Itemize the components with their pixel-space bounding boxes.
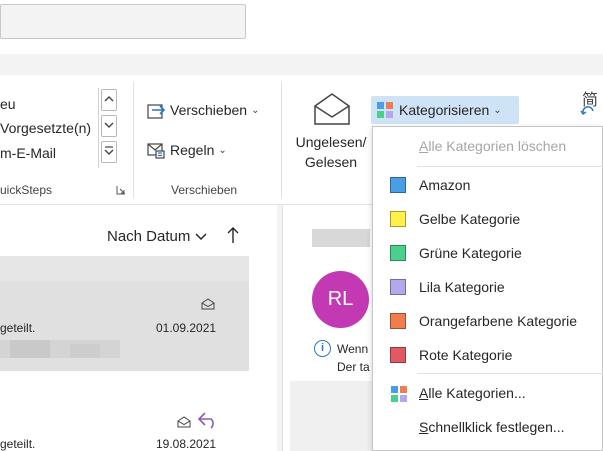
- menu-item-label: Orangefarbene Kategorie: [419, 313, 577, 329]
- menu-item-category-rot[interactable]: Rote Kategorie: [373, 338, 602, 372]
- message-body-area: [290, 381, 376, 451]
- rules-icon: [146, 140, 166, 160]
- categorize-button[interactable]: Kategorisieren ⌄: [371, 96, 519, 124]
- group-separator: [281, 82, 282, 198]
- envelope-open-icon: [313, 92, 351, 129]
- quicksteps-group-label: uickSteps: [0, 183, 53, 197]
- gallery-expand-icon[interactable]: [101, 141, 117, 163]
- avatar: RL: [312, 271, 369, 328]
- menu-item-label: lle Kategorien löschen: [428, 138, 567, 154]
- blurred-text: [70, 344, 100, 358]
- rules-label: Regeln: [170, 142, 215, 158]
- chevron-down-icon[interactable]: [195, 232, 207, 244]
- menu-item-label: Lila Kategorie: [419, 279, 505, 295]
- scroll-down-icon[interactable]: [101, 115, 117, 137]
- chevron-down-icon: ⌄: [251, 104, 260, 116]
- move-icon: [146, 100, 166, 120]
- categorize-icon: [375, 100, 395, 120]
- access-key: A: [419, 385, 429, 401]
- menu-item-set-quick-click[interactable]: Schnellklick festlegen...: [373, 410, 602, 444]
- unread-label-line2: Gelesen: [304, 154, 358, 170]
- menu-separator: [417, 166, 603, 167]
- sort-direction-icon[interactable]: [227, 226, 239, 249]
- menu-item-category-orange[interactable]: Orangefarbene Kategorie: [373, 304, 602, 338]
- menu-item-clear-all-categories: Alle Kategorien löschen: [373, 129, 602, 163]
- menu-item-category-gruen[interactable]: Grüne Kategorie: [373, 236, 602, 270]
- menu-item-label: chnellklick festlegen...: [428, 419, 565, 435]
- category-color-swatch: [390, 347, 406, 363]
- menu-item-label: Rote Kategorie: [419, 347, 513, 363]
- menu-item-label: lle Kategorien...: [428, 385, 526, 401]
- group-separator: [133, 82, 134, 198]
- menu-separator: [417, 373, 603, 374]
- sort-dropdown[interactable]: Nach Datum: [107, 228, 190, 245]
- quicksteps-scrollbar[interactable]: [98, 88, 118, 168]
- move-button[interactable]: Verschieben ⌄: [146, 100, 259, 120]
- category-color-swatch: [390, 279, 406, 295]
- unread-label-line1: Ungelesen/: [295, 134, 367, 150]
- menu-item-category-lila[interactable]: Lila Kategorie: [373, 270, 602, 304]
- menu-item-label: Amazon: [419, 177, 471, 193]
- category-color-swatch: [390, 313, 406, 329]
- menu-item-all-categories[interactable]: Alle Kategorien...: [373, 376, 602, 410]
- menu-item-category-gelb[interactable]: Gelbe Kategorie: [373, 202, 602, 236]
- menu-item-label: Grüne Kategorie: [419, 245, 522, 261]
- dialog-launcher-icon[interactable]: [116, 185, 126, 195]
- move-group-label: Verschieben: [171, 183, 238, 197]
- reply-icon: [197, 411, 219, 432]
- chevron-down-icon: ⌄: [218, 144, 227, 156]
- quickstep-item[interactable]: Vorgesetzte(n): [0, 116, 91, 140]
- category-color-swatch: [390, 177, 406, 193]
- mail-date: 19.08.2021: [156, 437, 217, 451]
- info-text: Der ta: [337, 360, 370, 374]
- unread-read-button[interactable]: Ungelesen/ Gelesen: [288, 90, 374, 176]
- move-label: Verschieben: [170, 102, 248, 118]
- info-icon: i: [314, 340, 331, 357]
- search-input[interactable]: [0, 4, 246, 39]
- scroll-up-icon[interactable]: [101, 89, 117, 111]
- categorize-menu: Alle Kategorien löschen Amazon Gelbe Kat…: [372, 126, 603, 451]
- blurred-text: [312, 229, 370, 247]
- access-key: S: [419, 419, 429, 435]
- category-color-swatch: [390, 211, 406, 227]
- rules-button[interactable]: Regeln ⌄: [146, 140, 227, 160]
- blurred-text: [10, 340, 50, 358]
- menu-item-label: Gelbe Kategorie: [419, 211, 521, 227]
- info-text: Wenn: [337, 342, 369, 356]
- envelope-open-icon: [177, 415, 191, 431]
- access-key: A: [419, 138, 429, 154]
- quickstep-item[interactable]: m-E-Mail: [0, 141, 56, 165]
- mail-snippet: geteilt.: [0, 437, 36, 451]
- chevron-down-icon: ⌄: [493, 104, 502, 116]
- envelope-open-icon: [201, 297, 215, 313]
- categorize-label: Kategorisieren: [399, 102, 490, 118]
- menu-item-category-amazon[interactable]: Amazon: [373, 168, 602, 202]
- categorize-icon: [390, 385, 408, 406]
- category-color-swatch: [390, 245, 406, 261]
- mail-snippet: geteilt.: [0, 321, 36, 335]
- mail-date: 01.09.2021: [156, 321, 217, 335]
- refresh-icon: [580, 104, 596, 120]
- quickstep-item[interactable]: eu: [0, 92, 16, 116]
